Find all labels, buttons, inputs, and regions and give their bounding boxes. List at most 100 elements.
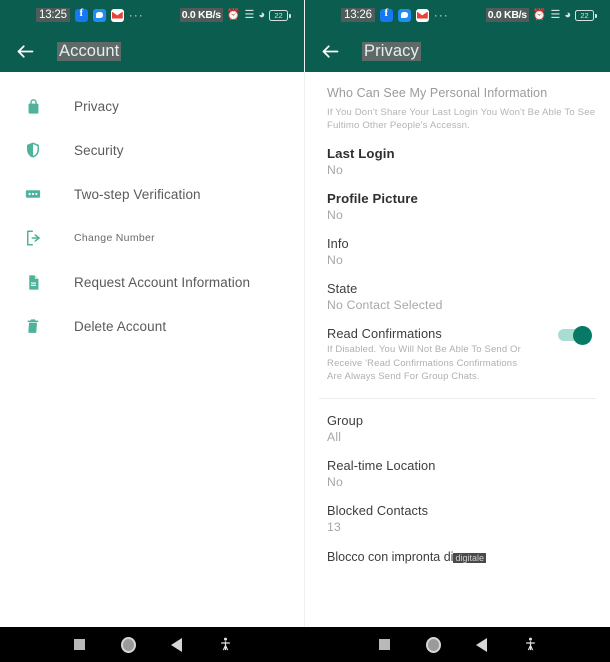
appbar-privacy: Privacy [305,30,610,72]
setting-title: Info [327,236,349,251]
setting-title: Real-time Location [327,457,436,473]
status-bar-left: 13:25 ··· 0.0 KB/s ⏰ ☰ ◕ 22 [0,0,304,30]
sidebar-item-two-step-verification[interactable]: Two-step Verification [0,172,304,216]
overflow-dots-icon: ··· [433,8,449,22]
setting-value: No [327,474,343,489]
setting-value: No [327,163,343,177]
square-icon [73,639,85,650]
setting-last-login[interactable]: Last Login No [305,132,610,177]
back-arrow-icon[interactable] [14,40,36,62]
messenger-icon [397,8,411,22]
trash-icon [22,315,44,337]
alarm-icon: ⏰ [226,8,241,21]
setting-value: No [327,253,343,267]
navigation-bars [0,627,610,662]
signal-icon: ☰ [244,8,255,21]
back-button[interactable] [167,635,187,655]
alarm-icon: ⏰ [532,8,547,21]
sidebar-item-label: Two-step Verification [74,186,201,202]
battery-icon: 22 [269,9,291,21]
sidebar-item-label: Delete Account [74,318,167,334]
setting-real-time-location[interactable]: Real-time Location No [305,444,610,489]
section-subtext: If You Don't Share Your Last Login You W… [327,107,596,131]
network-speed-left: 0.0 KB/s [179,8,223,22]
setting-description: If Disabled. You Will Not Be Able To Sen… [327,344,521,382]
network-speed-right: 0.0 KB/s [485,8,529,22]
setting-value: No Contact Selected [327,298,443,312]
status-right-group: 0.0 KB/s ⏰ ☰ ◕ 22 [485,8,597,22]
status-left-group: 13:26 ··· [341,7,449,22]
setting-blocked-contacts[interactable]: Blocked Contacts 13 [305,489,610,534]
setting-info[interactable]: Info No [305,222,610,267]
messenger-icon [92,8,106,22]
accessibility-button[interactable] [521,635,541,655]
status-right-group: 0.0 KB/s ⏰ ☰ ◕ 22 [179,8,291,22]
clock-right: 13:26 [341,8,375,22]
setting-profile-picture[interactable]: Profile Picture No [305,177,610,222]
setting-value: No [327,208,343,222]
wifi-icon: ◕ [258,8,265,21]
setting-state[interactable]: State No Contact Selected [305,267,610,312]
setting-value: All [327,429,342,444]
dual-pane-container: 13:25 ··· 0.0 KB/s ⏰ ☰ ◕ 22 [0,0,610,627]
lock-icon [22,95,44,117]
square-icon [378,639,390,650]
setting-title: Read Confirmations [327,326,442,341]
overflow-dots-icon: ··· [128,8,144,22]
phone-screenshot: 13:25 ··· 0.0 KB/s ⏰ ☰ ◕ 22 [0,0,610,662]
recents-button[interactable] [69,635,89,655]
right-pane-privacy: 13:26 ··· 0.0 KB/s ⏰ ☰ ◕ 22 [305,0,610,627]
setting-title: Blocked Contacts [327,502,429,518]
setting-title: Profile Picture [327,191,418,206]
battery-icon: 22 [575,9,597,21]
page-title-privacy: Privacy [362,41,421,61]
gmail-icon [415,8,429,22]
home-button[interactable] [423,635,443,655]
triangle-icon [476,637,488,652]
appbar-account: Account [0,30,304,72]
recents-button[interactable] [374,635,394,655]
accessibility-button[interactable] [216,635,236,655]
sidebar-item-privacy[interactable]: Privacy [0,84,304,128]
sidebar-item-label: Request Account Information [74,274,251,290]
status-left-group: 13:25 ··· [36,7,144,22]
sidebar-item-delete-account[interactable]: Delete Account [0,304,304,348]
two-step-icon [22,183,44,205]
privacy-settings-list: Who Can See My Personal Information If Y… [305,72,610,564]
page-title-account: Account [57,41,122,61]
sidebar-item-label: Change Number [74,232,155,244]
gmail-icon [110,8,124,22]
left-pane-account: 13:25 ··· 0.0 KB/s ⏰ ☰ ◕ 22 [0,0,305,627]
setting-group[interactable]: Group All [305,399,610,444]
sidebar-item-request-account-information[interactable]: Request Account Information [0,260,304,304]
navbar-right [305,627,610,662]
sidebar-item-label: Security [74,142,124,158]
status-bar-right: 13:26 ··· 0.0 KB/s ⏰ ☰ ◕ 22 [305,0,610,30]
account-settings-list: Privacy Security Two-step Verification C… [0,72,304,348]
read-confirmations-toggle[interactable] [558,326,592,345]
back-arrow-icon[interactable] [319,40,341,62]
section-header: Who Can See My Personal Information [327,86,548,100]
setting-fingerprint-lock[interactable]: Blocco con impronta di digitale [305,534,610,564]
shield-icon [22,139,44,161]
circle-icon [425,636,441,653]
setting-title: State [327,281,358,296]
setting-title: Last Login [327,146,395,161]
toggle-thumb [573,326,592,345]
home-button[interactable] [118,635,138,655]
facebook-icon [74,7,88,22]
setting-title: Group [327,412,364,428]
document-icon [22,271,44,293]
sidebar-item-security[interactable]: Security [0,128,304,172]
facebook-icon [379,7,393,22]
setting-value: 13 [327,519,341,534]
navbar-left [0,627,305,662]
sidebar-item-label: Privacy [74,98,119,114]
back-button[interactable] [472,635,492,655]
setting-read-confirmations[interactable]: Read Confirmations If Disabled. You Will… [305,312,610,384]
sidebar-item-change-number[interactable]: Change Number [0,216,304,260]
setting-title: Blocco con impronta di [327,549,454,564]
signal-icon: ☰ [550,8,561,21]
circle-icon [120,636,136,653]
wifi-icon: ◕ [564,8,571,21]
